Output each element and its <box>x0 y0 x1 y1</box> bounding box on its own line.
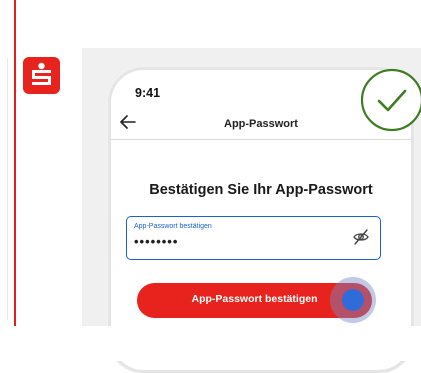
status-bar-time: 9:41 <box>135 86 161 100</box>
page-title: Bestätigen Sie Ihr App-Passwort <box>149 182 373 198</box>
left-panel-divider <box>0 58 8 320</box>
checkmark-icon <box>358 66 421 138</box>
tap-indicator <box>342 289 364 311</box>
password-field-value[interactable]: •••••••• <box>134 234 178 249</box>
bottom-area <box>0 326 421 361</box>
eye-slash-icon[interactable] <box>352 228 370 246</box>
left-panel-edge <box>0 0 16 361</box>
password-field-label: App-Passwort bestätigen <box>134 223 212 230</box>
nav-divider <box>111 139 411 140</box>
sparkasse-logo-icon <box>23 57 60 94</box>
password-confirm-field[interactable]: App-Passwort bestätigen •••••••• <box>126 216 381 260</box>
